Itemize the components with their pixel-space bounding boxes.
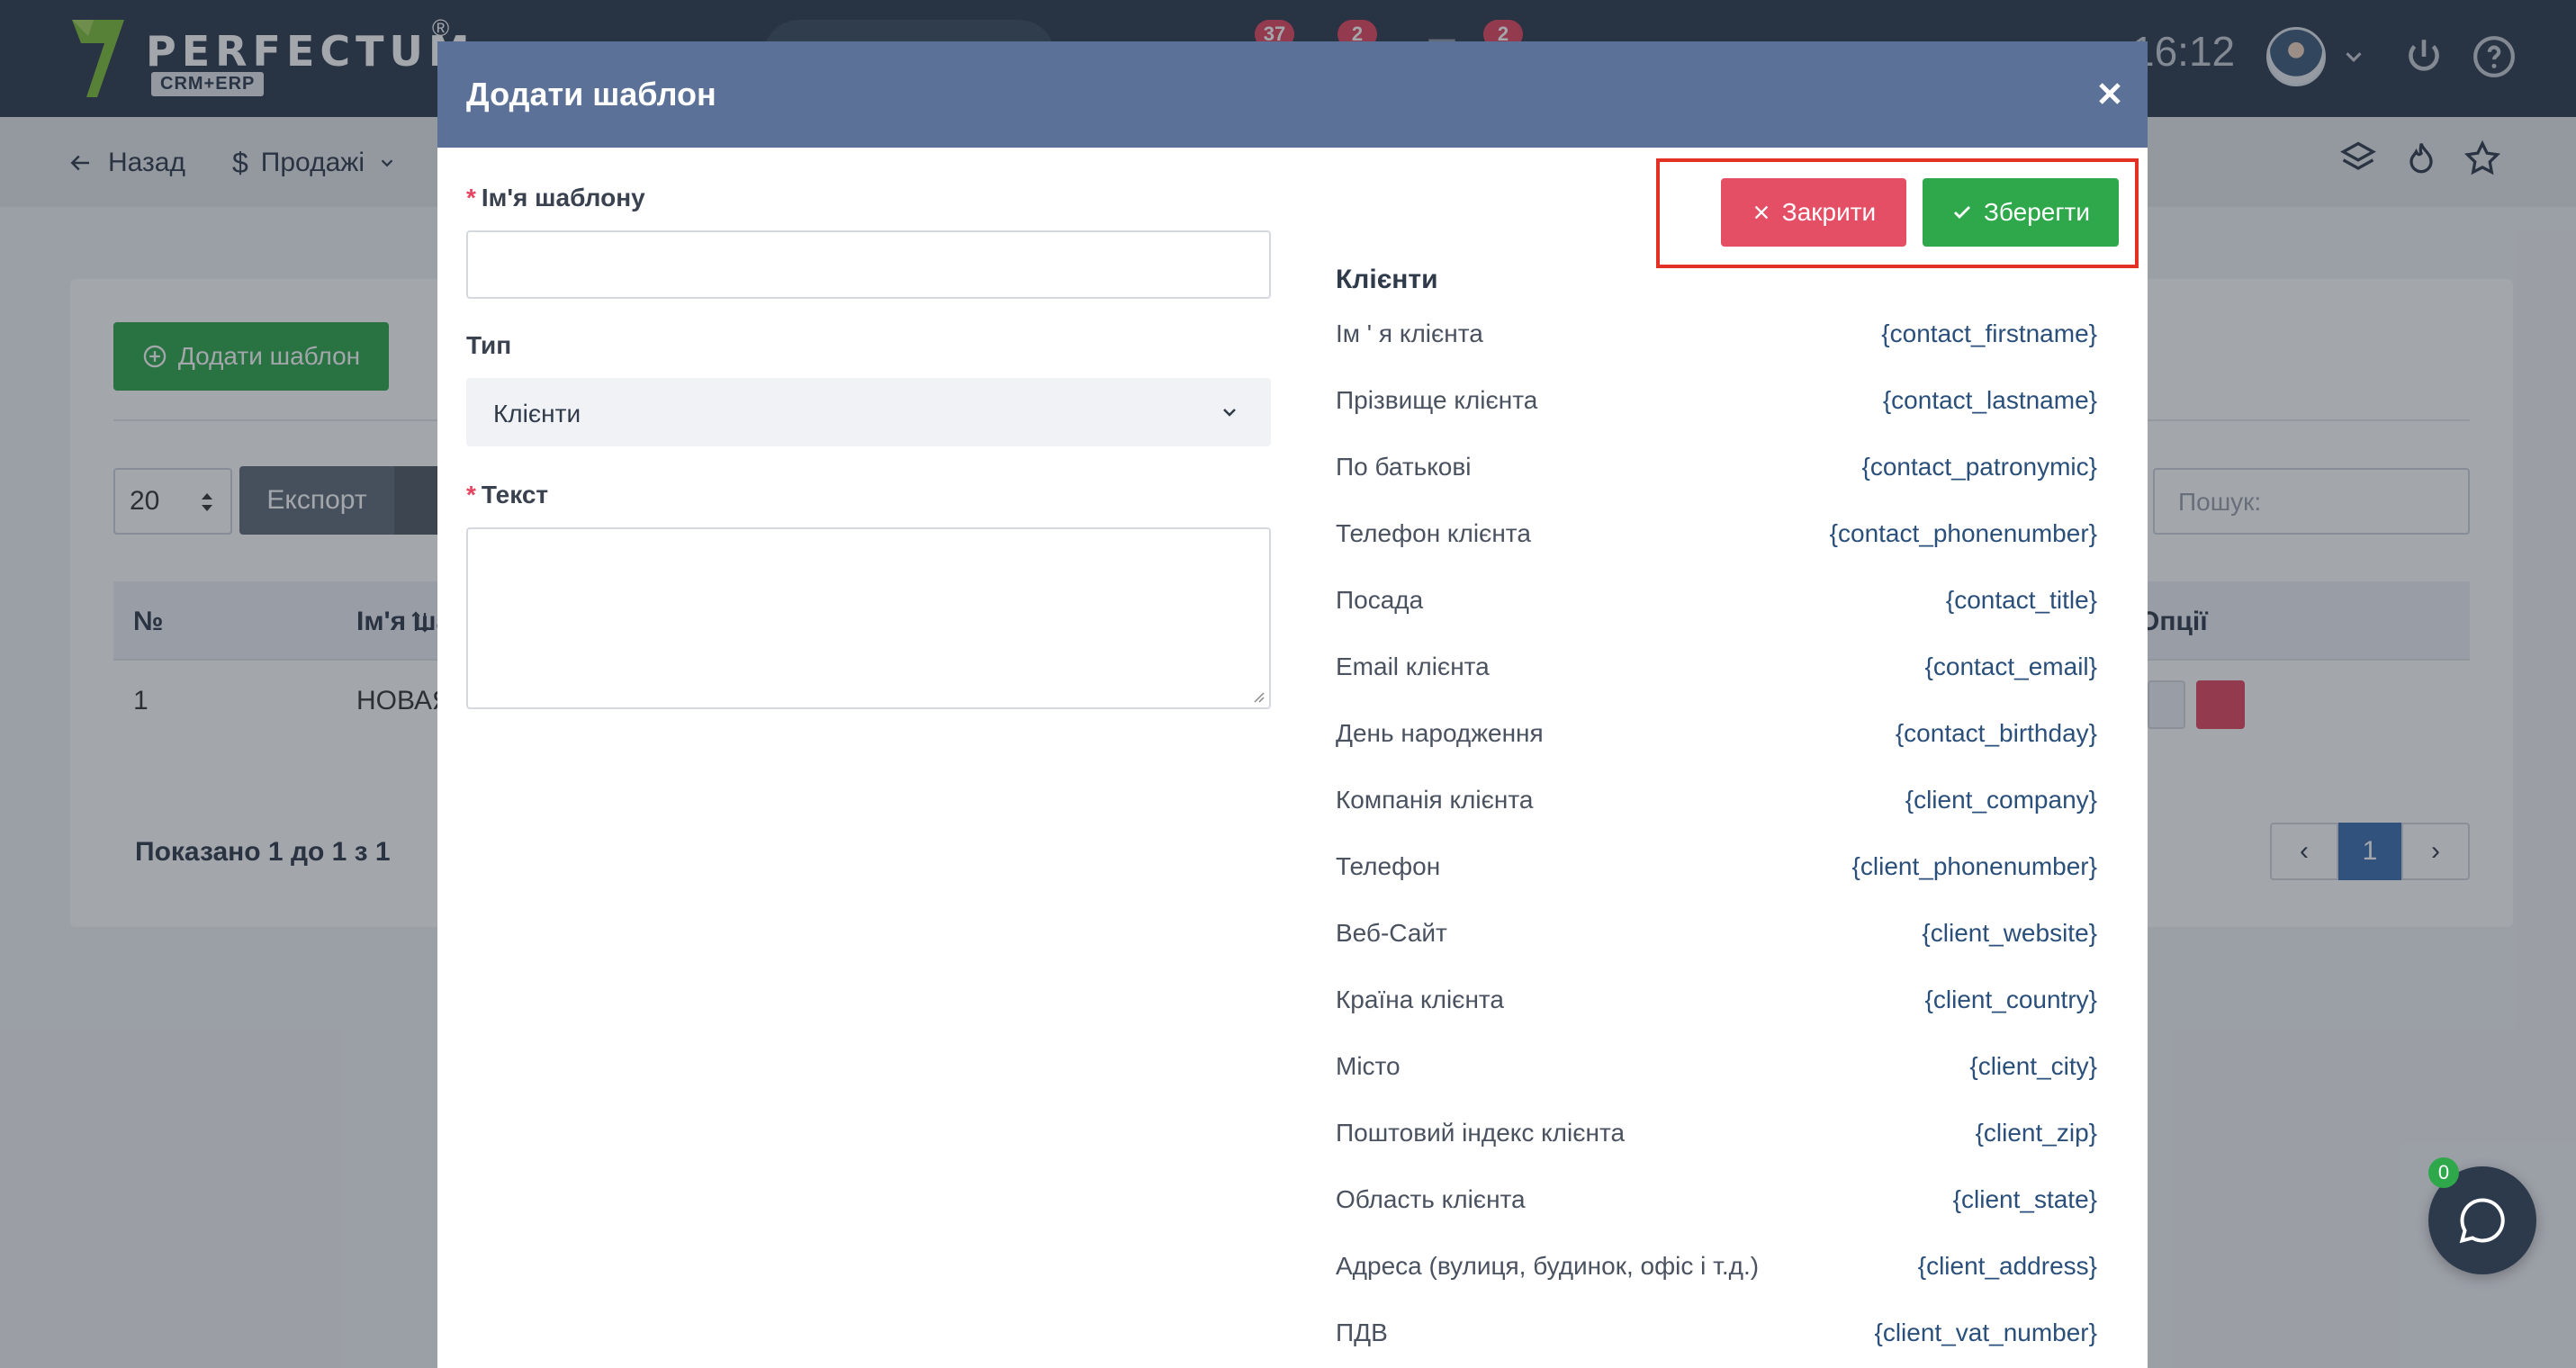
type-select[interactable]: Клієнти [466, 378, 1271, 446]
chat-bubble-icon [2459, 1198, 2505, 1244]
save-button[interactable]: Зберегти [1923, 178, 2119, 247]
template-name-input[interactable] [466, 230, 1271, 299]
template-name-label: * Ім'я шаблону [466, 184, 645, 212]
close-icon [1754, 205, 1769, 220]
variable-row: Адреса (вулиця, будинок, офіс і т.д.) {cl… [1336, 1252, 2097, 1280]
variable-row: Телефон клієнта {contact_phonenumber} [1336, 519, 2097, 547]
variable-row: День народження {contact_birthday} [1336, 719, 2097, 747]
variable-row: Посада {contact_title} [1336, 586, 2097, 614]
variable-row: Країна клієнта {client_country} [1336, 986, 2097, 1013]
text-label: * Текст [466, 481, 549, 508]
resize-handle-icon[interactable] [1249, 688, 1265, 704]
variables-heading: Клієнти [1336, 265, 1438, 294]
chevron-down-icon [1223, 409, 1236, 417]
save-button-label: Зберегти [1983, 198, 2091, 226]
modal-title: Додати шаблон [466, 76, 716, 112]
variable-row: По батькові {contact_patronymic} [1336, 453, 2097, 481]
type-select-value: Клієнти [493, 400, 581, 428]
variable-row: Email клієнта {contact_email} [1336, 652, 2097, 680]
variable-row: Місто {client_city} [1336, 1052, 2097, 1080]
variable-row: Компанія клієнта {client_company} [1336, 786, 2097, 814]
modal-header: Додати шаблон [437, 41, 2148, 148]
chat-unread-badge: 0 [2428, 1157, 2459, 1188]
variable-row: Ім ' я клієнта {contact_firstname} [1336, 320, 2097, 347]
check-icon [1953, 206, 1970, 219]
variable-row: Область клієнта {client_state} [1336, 1185, 2097, 1213]
variable-row: Телефон {client_phonenumber} [1336, 852, 2097, 880]
variable-row: Прізвище клієнта {contact_lastname} [1336, 386, 2097, 414]
close-button-label: Закрити [1781, 198, 1877, 226]
close-icon[interactable] [2092, 76, 2128, 112]
variable-row: Поштовий індекс клієнта {client_zip} [1336, 1119, 2097, 1147]
variable-row: Веб-Сайт {client_website} [1336, 919, 2097, 947]
add-template-modal: Додати шаблон * Ім'я шаблону Тип Клієнти … [437, 41, 2148, 1368]
type-label: Тип [466, 331, 512, 359]
text-textarea[interactable] [466, 527, 1271, 709]
variable-row: ПДВ {client_vat_number} [1336, 1318, 2097, 1346]
close-button[interactable]: Закрити [1721, 178, 1906, 247]
